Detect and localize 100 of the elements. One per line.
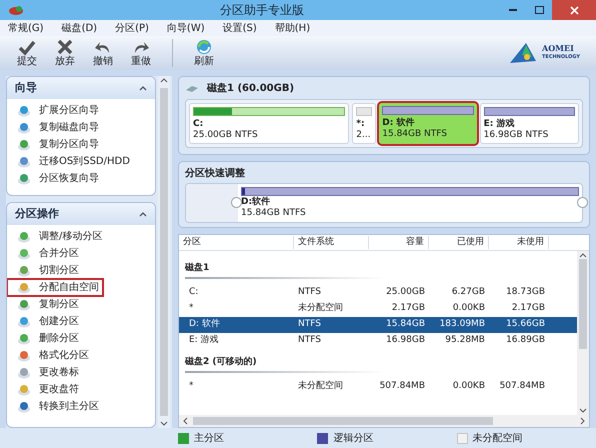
table-cell-text: 15.84GB (385, 318, 426, 332)
sidebar-item[interactable]: 删除分区 (7, 330, 83, 347)
partition-block[interactable]: D: 软件 15.84GB NTFS (379, 103, 477, 144)
partition-block[interactable]: E: 游戏 16.98GB NTFS (480, 103, 579, 144)
scroll-down-icon[interactable] (579, 407, 587, 415)
partition-name: C: (193, 119, 204, 130)
column-header[interactable]: 已使用 (429, 236, 489, 250)
legend-swatch (178, 432, 189, 444)
partition-name: *: (356, 119, 366, 130)
check-icon (18, 38, 36, 56)
group-title: 磁盘1 (184, 262, 210, 276)
sidebar-item[interactable]: 更改卷标 (7, 364, 83, 381)
scrollbar[interactable] (179, 415, 589, 427)
maximize-icon (534, 6, 544, 14)
scroll-left-icon[interactable] (181, 417, 189, 425)
table-cell-text: 18.73GB (505, 286, 546, 300)
scrollbar[interactable] (158, 76, 170, 428)
partition-name: D:软件 (241, 197, 272, 208)
column-header[interactable]: 分区 (179, 236, 294, 250)
legend-swatch (456, 432, 468, 444)
table-cell-text: 25.00GB (385, 286, 426, 300)
minimize-icon (509, 9, 517, 11)
disk-icon (17, 264, 31, 276)
scroll-up-icon[interactable] (579, 251, 587, 259)
scroll-right-icon[interactable] (579, 417, 587, 425)
column-header[interactable]: 文件系统 (294, 236, 369, 250)
resize-handle[interactable] (231, 197, 242, 208)
toolbar-button[interactable]: 撤销 (84, 38, 122, 68)
menu-item[interactable]: 磁盘(D) (62, 20, 98, 36)
sidebar-item[interactable]: 切割分区 (7, 262, 83, 279)
disk-icon (17, 298, 31, 310)
toolbar-button[interactable]: 重做 (122, 38, 160, 68)
partition-info: 2... (356, 130, 372, 141)
menu-item[interactable]: 分区(P) (115, 20, 149, 36)
sidebar-item[interactable]: 合并分区 (7, 245, 83, 262)
table-row[interactable]: * 未分配空间 2.17GB 0.00KB 2.17GB (179, 301, 577, 317)
table-cell-text: D: 软件 (188, 318, 221, 332)
table-cell-text: 16.98GB (385, 334, 426, 348)
disk-icon (17, 282, 31, 294)
toolbar-button[interactable]: 刷新 (185, 38, 223, 68)
disk-icon (17, 230, 31, 242)
section-header[interactable]: 分区操作 (7, 203, 155, 225)
menu-item[interactable]: 向导(W) (166, 20, 205, 36)
sidebar-item[interactable]: 扩展分区向导 (7, 102, 103, 119)
partition-info: 15.84GB NTFS (241, 208, 307, 219)
close-button[interactable] (552, 0, 596, 20)
partition-name: D: 软件 (382, 118, 416, 129)
table-row[interactable]: * 未分配空间 507.84MB 0.00KB 507.84MB (179, 379, 577, 395)
sidebar-item[interactable]: 格式化分区 (7, 347, 93, 364)
sidebar-item[interactable]: 复制磁盘向导 (7, 119, 103, 136)
table-cell-text: 15.66GB (505, 318, 546, 332)
disk-icon (17, 122, 31, 134)
sidebar-item[interactable]: 复制分区 (7, 296, 83, 313)
table-row[interactable]: D: 软件 NTFS 15.84GB 183.09MB 15.66GB (179, 317, 577, 333)
scroll-down-icon[interactable] (160, 420, 168, 428)
table-row[interactable]: C: NTFS 25.00GB 6.27GB 18.73GB (179, 285, 577, 301)
disk-title: 磁盘1 (60.00GB) (207, 82, 294, 96)
disk-icon (17, 400, 31, 412)
free-space-region (186, 184, 238, 222)
partition-block[interactable]: *: 2... (352, 103, 376, 144)
sidebar-item[interactable]: 复制分区向导 (7, 136, 103, 153)
panel-title: 分区快速调整 (185, 166, 246, 181)
menu-item[interactable]: 常规(G) (8, 20, 44, 36)
disk-icon (17, 172, 31, 184)
collapse-chevron-icon[interactable] (139, 211, 147, 217)
scroll-up-icon[interactable] (160, 76, 168, 84)
section-header[interactable]: 向导 (7, 77, 155, 99)
toolbar-button[interactable]: 提交 (8, 38, 46, 68)
resize-handle[interactable] (577, 197, 588, 208)
column-header[interactable]: 未使用 (489, 236, 549, 250)
disk-icon (17, 332, 31, 344)
disk-icon (17, 104, 31, 116)
table-cell-text: 2.17GB (390, 302, 426, 316)
sidebar-item[interactable]: 转换到主分区 (7, 398, 103, 415)
disk-icon (17, 316, 31, 328)
menu-item[interactable]: 设置(S) (222, 20, 257, 36)
collapse-chevron-icon[interactable] (139, 85, 147, 91)
toolbar-button[interactable]: 放弃 (46, 38, 84, 68)
close-icon (570, 6, 578, 14)
sidebar-item[interactable]: 分区恢复向导 (7, 170, 103, 187)
menu-item[interactable]: 帮助(H) (274, 20, 310, 36)
table-cell-text: * (188, 302, 194, 316)
legend-label: 未分配空间 (472, 432, 523, 446)
sidebar-item[interactable]: 分配自由空间 (7, 279, 103, 296)
scrollbar[interactable] (577, 251, 589, 415)
table-cell-text: C: (188, 286, 200, 300)
sidebar-item[interactable]: 调整/移动分区 (7, 228, 106, 245)
app-icon (8, 4, 24, 16)
column-header[interactable]: 容量 (369, 236, 429, 250)
table-cell-text: E: 游戏 (188, 334, 220, 348)
table-cell-text: NTFS (297, 286, 322, 300)
partition-name: E: 游戏 (484, 119, 516, 130)
table-cell-text: NTFS (297, 334, 322, 348)
sidebar-item[interactable]: 迁移OS到SSD/HDD (7, 153, 134, 170)
refresh-icon (195, 38, 213, 56)
sidebar-item[interactable]: 创建分区 (7, 313, 83, 330)
logo-text: AOMEI (542, 44, 575, 53)
table-row[interactable]: E: 游戏 NTFS 16.98GB 95.28MB 16.89GB (179, 333, 577, 349)
partition-block[interactable]: C: 25.00GB NTFS (189, 103, 350, 144)
sidebar-item[interactable]: 更改盘符 (7, 381, 83, 398)
